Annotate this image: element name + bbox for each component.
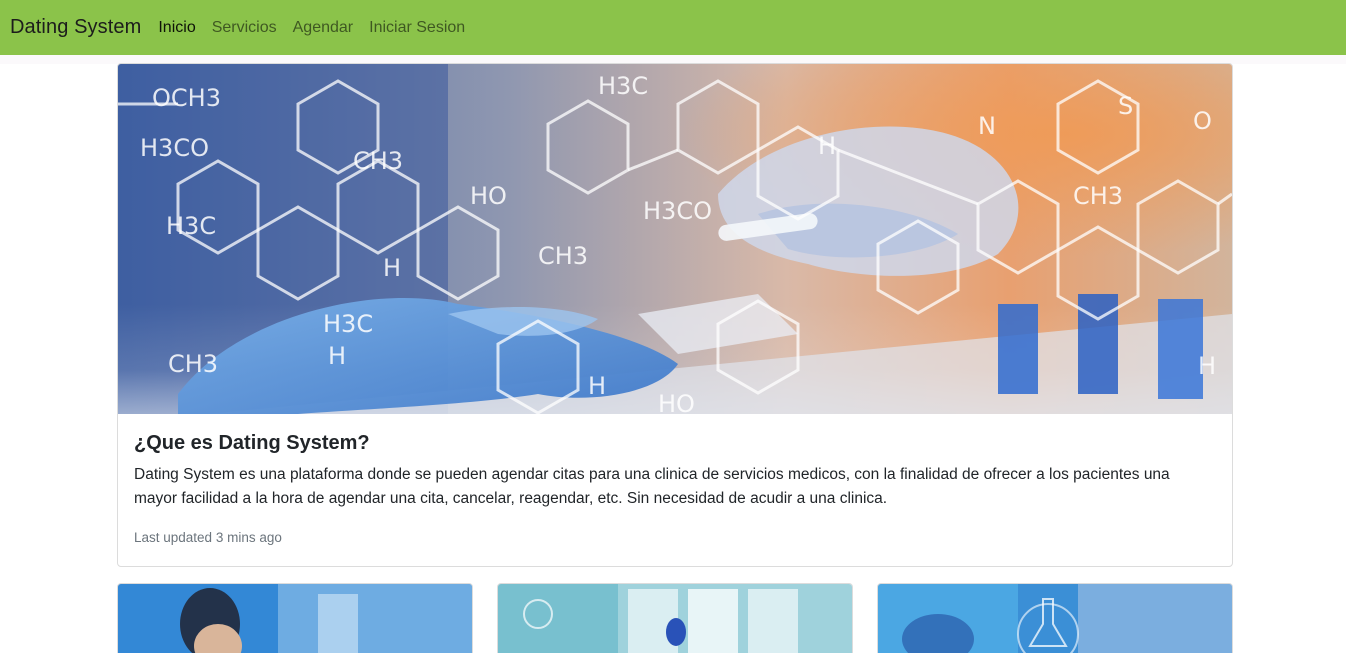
thumb-card-lab-image <box>498 584 852 653</box>
hero-formula-h3c-a: H3C <box>166 212 216 240</box>
hero-card-title: ¿Que es Dating System? <box>134 432 370 454</box>
nav-link-agendar[interactable]: Agendar <box>293 19 354 37</box>
hero-formula-ho-b: HO <box>658 390 695 414</box>
hero-formula-h3co-b: H3CO <box>643 197 712 225</box>
hero-formula-ch3-d: CH3 <box>1073 182 1123 210</box>
hero-formula-n: N <box>978 112 996 140</box>
nav-link-iniciar-sesion[interactable]: Iniciar Sesion <box>369 19 465 37</box>
hero-card: OCH3 H3CO CH3 HO H3C H3CO CH3 H3C H H H … <box>117 63 1233 567</box>
hero-formula-ch3-c: CH3 <box>168 350 218 378</box>
nav-link-inicio[interactable]: Inicio <box>158 19 195 37</box>
thumb-card-doctor-image <box>118 584 472 653</box>
hero-formula-h-e: H <box>1198 352 1216 380</box>
thumb-card-flask-image <box>878 584 1232 653</box>
hero-formula-h-a: H <box>383 254 401 282</box>
thumb-card-doctor[interactable] <box>117 583 473 653</box>
hero-formula-h-c: H <box>588 372 606 400</box>
hero-lab-image: OCH3 H3CO CH3 HO H3C H3CO CH3 H3C H H H … <box>118 64 1232 414</box>
hero-formula-o: O <box>1193 107 1212 135</box>
navbar-brand[interactable]: Dating System <box>10 16 141 39</box>
hero-formula-h-b: H <box>328 342 346 370</box>
hero-formula-ho-a: HO <box>470 182 507 210</box>
nav-link-servicios[interactable]: Servicios <box>212 19 277 37</box>
hero-formula-h-d: H <box>818 132 836 160</box>
navbar: Dating System Inicio Servicios Agendar I… <box>0 0 1346 55</box>
hero-formula-h3c-c: H3C <box>598 72 648 100</box>
hero-formula-ch3-b: CH3 <box>538 242 588 270</box>
hero-formula-s: S <box>1118 92 1133 120</box>
hero-formula-ch3-a: CH3 <box>353 147 403 175</box>
hero-formula-och3: OCH3 <box>152 84 221 112</box>
thumb-card-lab[interactable] <box>497 583 853 653</box>
hero-card-text: Dating System es una plataforma donde se… <box>134 466 1170 507</box>
hero-formula-h3c-b: H3C <box>323 310 373 338</box>
hero-card-updated: Last updated 3 mins ago <box>134 530 282 545</box>
hero-formula-h3co: H3CO <box>140 134 209 162</box>
thumb-card-flask[interactable] <box>877 583 1233 653</box>
